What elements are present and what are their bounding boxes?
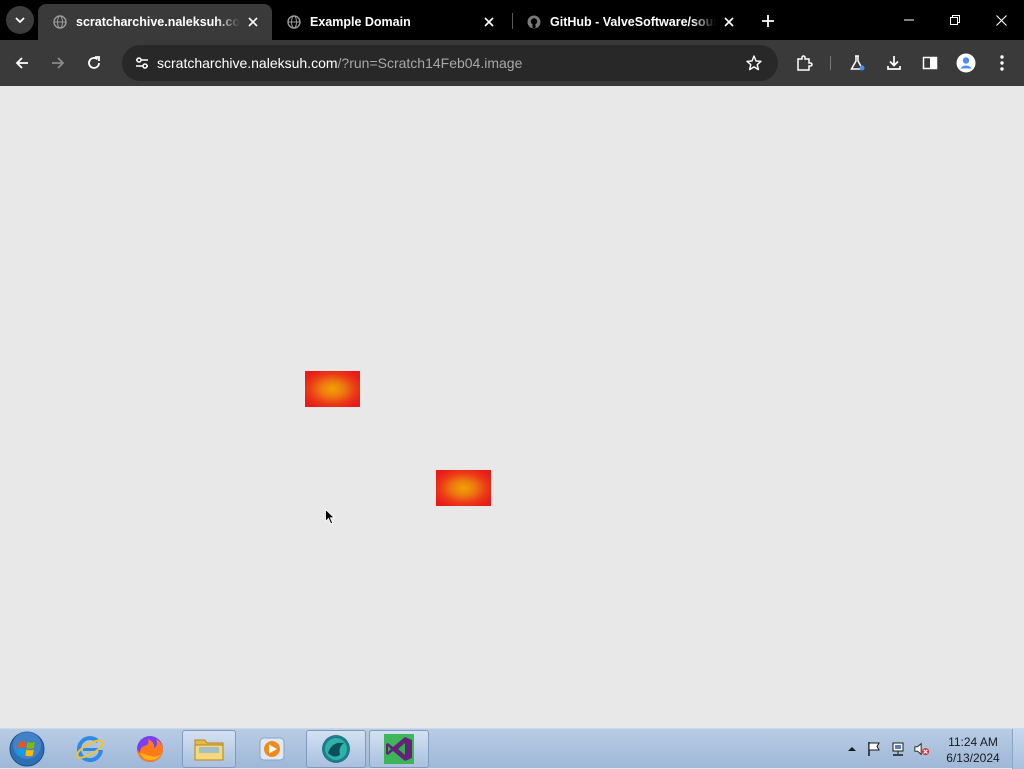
flask-icon	[850, 55, 865, 71]
sprite-1[interactable]	[305, 371, 360, 407]
side-panel-icon	[922, 56, 938, 70]
show-desktop-button[interactable]	[1012, 729, 1024, 769]
extensions-button[interactable]	[790, 49, 818, 77]
tab-title: GitHub - ValveSoftware/source-sdk-2013	[550, 15, 716, 29]
media-player-icon	[259, 737, 285, 761]
reload-button[interactable]	[80, 49, 108, 77]
side-panel-button[interactable]	[916, 49, 944, 77]
internet-explorer-icon	[75, 736, 105, 763]
clock-date: 6/13/2024	[946, 751, 1000, 765]
globe-icon	[52, 14, 68, 30]
taskbar-media-player[interactable]	[242, 730, 302, 768]
tab-scratcharchive[interactable]: scratcharchive.naleksuh.com/?run=Scratch…	[38, 4, 272, 40]
url-path: /?run=Scratch14Feb04.image	[337, 55, 523, 71]
menu-button[interactable]	[988, 49, 1016, 77]
tab-title: scratcharchive.naleksuh.com/?run=Scratch…	[76, 15, 240, 29]
page-canvas[interactable]	[0, 86, 1024, 728]
restore-button[interactable]	[932, 0, 978, 40]
avatar-icon	[956, 53, 976, 73]
bookmark-star-icon[interactable]	[740, 49, 768, 77]
minimize-icon	[904, 19, 914, 21]
close-tab-icon[interactable]	[480, 13, 498, 31]
site-info-icon[interactable]	[128, 49, 156, 77]
browser-app-icon	[322, 735, 350, 763]
taskbar-browser-app[interactable]	[306, 730, 366, 768]
tab-title: Example Domain	[310, 15, 411, 29]
taskbar-file-explorer[interactable]	[182, 730, 236, 768]
tab-strip: scratcharchive.naleksuh.com/?run=Scratch…	[0, 0, 1024, 40]
profile-button[interactable]	[952, 49, 980, 77]
back-button[interactable]	[8, 49, 36, 77]
forward-button[interactable]	[44, 49, 72, 77]
downloads-button[interactable]	[880, 49, 908, 77]
clock-time: 11:24 AM	[948, 735, 998, 749]
tab-search-button[interactable]	[6, 6, 34, 34]
restore-icon	[950, 15, 960, 25]
toolbar-divider	[830, 56, 831, 70]
folder-icon	[194, 739, 224, 761]
puzzle-icon	[797, 55, 813, 71]
volume-muted-icon[interactable]	[914, 741, 930, 757]
new-tab-button[interactable]	[756, 9, 780, 33]
arrow-left-icon	[15, 57, 28, 69]
windows-taskbar: 11:24 AM 6/13/2024	[0, 728, 1024, 769]
show-hidden-icons-icon[interactable]	[844, 741, 860, 757]
tab-github[interactable]: GitHub - ValveSoftware/source-sdk-2013	[512, 4, 748, 40]
sprite-2[interactable]	[436, 470, 491, 506]
close-tab-icon[interactable]	[244, 13, 262, 31]
system-clock[interactable]: 11:24 AM 6/13/2024	[938, 734, 1008, 766]
plus-icon	[762, 15, 774, 27]
tab-example-domain[interactable]: Example Domain	[272, 4, 508, 40]
github-icon	[526, 14, 542, 30]
visual-studio-icon	[384, 734, 414, 764]
taskbar-internet-explorer[interactable]	[60, 730, 120, 768]
reload-icon	[88, 56, 100, 69]
address-url[interactable]: scratcharchive.naleksuh.com/?run=Scratch…	[157, 55, 522, 71]
close-icon	[995, 14, 1007, 26]
taskbar-firefox[interactable]	[120, 730, 180, 768]
chevron-down-icon	[15, 17, 25, 24]
url-host: scratcharchive.naleksuh.com	[157, 55, 338, 71]
minimize-button[interactable]	[886, 0, 932, 40]
windows-orb-icon	[9, 731, 45, 767]
kebab-menu-icon	[1000, 55, 1004, 71]
mouse-cursor-icon	[325, 509, 335, 525]
globe-icon	[286, 14, 302, 30]
taskbar-visual-studio[interactable]	[369, 730, 429, 768]
download-icon	[887, 56, 901, 70]
close-window-button[interactable]	[978, 0, 1024, 40]
start-button[interactable]	[6, 731, 48, 767]
action-center-flag-icon[interactable]	[866, 741, 882, 757]
labs-button[interactable]	[843, 49, 871, 77]
arrow-right-icon	[52, 57, 65, 69]
network-icon[interactable]	[890, 741, 906, 757]
firefox-icon	[137, 736, 163, 762]
close-tab-icon[interactable]	[720, 13, 738, 31]
address-bar[interactable]: scratcharchive.naleksuh.com/?run=Scratch…	[122, 45, 778, 81]
browser-toolbar: scratcharchive.naleksuh.com/?run=Scratch…	[0, 40, 1024, 86]
